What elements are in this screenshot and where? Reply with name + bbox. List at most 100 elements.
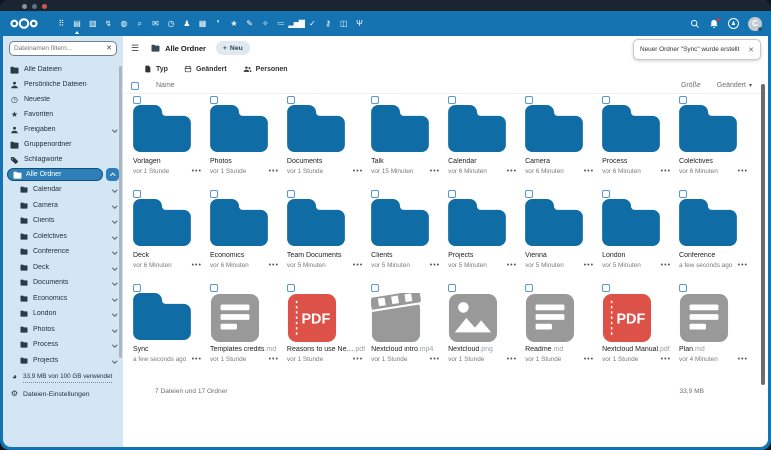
tile-actions-icon[interactable]: ••• <box>584 356 594 363</box>
tile-actions-icon[interactable]: ••• <box>430 262 440 269</box>
tree-item-london[interactable]: London <box>3 306 123 322</box>
tile-checkbox[interactable] <box>679 190 688 198</box>
filter-chip-people[interactable]: Personen <box>243 65 288 73</box>
tile-checkbox[interactable] <box>448 190 457 198</box>
window-button-2[interactable] <box>32 4 37 9</box>
tile-checkbox[interactable] <box>525 284 534 292</box>
chevron-down-icon[interactable] <box>111 280 117 286</box>
tile-actions-icon[interactable]: ••• <box>584 262 594 269</box>
tile-checkbox[interactable] <box>371 96 380 104</box>
file-icon[interactable]: PDF <box>679 199 750 249</box>
tile-checkbox[interactable] <box>371 190 380 198</box>
app-icon-activity[interactable]: ↯ <box>100 11 116 36</box>
tile-checkbox[interactable] <box>448 96 457 104</box>
grid-tile-deck[interactable]: PDF Deck vor 6 Minuten ••• <box>131 190 208 284</box>
grid-tile-templates-credits[interactable]: PDF Templates credits.md vor 1 Stunde ••… <box>208 284 285 378</box>
tile-actions-icon[interactable]: ••• <box>507 168 517 175</box>
file-icon[interactable]: PDF <box>448 105 519 155</box>
tile-checkbox[interactable] <box>525 96 534 104</box>
grid-tile-economics[interactable]: PDF Economics vor 6 Minuten ••• <box>208 190 285 284</box>
tile-actions-icon[interactable]: ••• <box>353 262 363 269</box>
app-icon-dashboard[interactable]: ⠿ <box>53 11 69 36</box>
file-icon[interactable]: PDF <box>679 293 750 343</box>
tile-checkbox[interactable] <box>679 96 688 104</box>
app-icon-photos[interactable]: ▧ <box>84 11 100 36</box>
tile-checkbox[interactable] <box>602 190 611 198</box>
tile-actions-icon[interactable]: ••• <box>584 168 594 175</box>
filename-filter-field[interactable]: ✕ <box>9 41 117 56</box>
tree-item-deck[interactable]: Deck <box>3 260 123 276</box>
app-icon-collectives[interactable]: ❜ <box>210 11 226 36</box>
tile-checkbox[interactable] <box>286 190 295 198</box>
select-all-checkbox[interactable] <box>131 81 139 90</box>
tile-checkbox[interactable] <box>133 96 141 104</box>
tile-checkbox[interactable] <box>133 284 141 292</box>
tile-actions-icon[interactable]: ••• <box>430 168 440 175</box>
tile-checkbox[interactable] <box>448 284 457 292</box>
file-icon[interactable]: PDF <box>525 199 596 249</box>
tree-item-camera[interactable]: Camera <box>3 198 123 214</box>
filename-filter-input[interactable] <box>14 45 107 52</box>
app-icon-tasks[interactable]: ≔ <box>273 11 289 36</box>
tile-actions-icon[interactable]: ••• <box>192 262 202 269</box>
grid-tile-readme[interactable]: PDF Readme.md vor 1 Stunde ••• <box>523 284 600 378</box>
file-icon[interactable]: PDF <box>525 293 596 343</box>
file-icon[interactable]: PDF <box>602 293 673 343</box>
app-icon-approvals[interactable]: ✓ <box>304 11 320 36</box>
toast-close-icon[interactable]: ✕ <box>748 46 754 54</box>
file-icon[interactable]: PDF <box>448 293 519 343</box>
tile-checkbox[interactable] <box>209 190 218 198</box>
grid-tile-nextcloud[interactable]: PDF Nextcloud.png vor 1 Stunde ••• <box>446 284 523 378</box>
tile-actions-icon[interactable]: ••• <box>661 262 671 269</box>
tile-actions-icon[interactable]: ••• <box>192 168 202 175</box>
file-icon[interactable]: PDF <box>133 199 204 249</box>
tile-actions-icon[interactable]: ••• <box>192 356 202 363</box>
tile-actions-icon[interactable]: ••• <box>507 356 517 363</box>
tile-actions-icon[interactable]: ••• <box>353 356 363 363</box>
app-icon-passwords[interactable]: ⚷ <box>320 11 336 36</box>
app-icon-search-app[interactable]: ⌕ <box>131 11 147 36</box>
app-icon-files[interactable]: ▤ <box>69 11 85 36</box>
tile-checkbox[interactable] <box>209 284 218 292</box>
chevron-down-icon[interactable] <box>111 311 117 317</box>
tile-actions-icon[interactable]: ••• <box>661 168 671 175</box>
column-header-modified[interactable]: Geändert ▾ <box>717 82 752 89</box>
file-icon[interactable]: PDF <box>371 105 442 155</box>
tile-checkbox[interactable] <box>209 96 218 104</box>
tree-item-process[interactable]: Process <box>3 337 123 353</box>
breadcrumb[interactable]: Alle Ordner <box>151 44 206 53</box>
chevron-down-icon[interactable] <box>111 127 117 132</box>
chevron-down-icon[interactable] <box>111 202 117 208</box>
grid-tile-clients[interactable]: PDF Clients vor 5 Minuten ••• <box>369 190 446 284</box>
tile-checkbox[interactable] <box>525 190 534 198</box>
file-icon[interactable]: PDF <box>133 105 204 155</box>
chevron-down-icon[interactable] <box>111 233 117 239</box>
file-icon[interactable]: PDF <box>287 105 365 155</box>
collapse-button[interactable] <box>106 168 119 181</box>
app-icon-contacts[interactable]: ♟ <box>179 11 195 36</box>
sidebar-item-persoenliche-dateien[interactable]: Persönliche Dateien <box>3 77 123 92</box>
chevron-down-icon[interactable] <box>111 218 117 224</box>
tree-item-clients[interactable]: Clients <box>3 213 123 229</box>
tile-actions-icon[interactable]: ••• <box>507 262 517 269</box>
user-avatar[interactable]: C <box>748 16 763 32</box>
grid-tile-documents[interactable]: PDF Documents vor 1 Stunde ••• <box>285 96 369 190</box>
file-icon[interactable]: PDF <box>525 105 596 155</box>
file-icon[interactable]: PDF <box>602 105 673 155</box>
sidebar-item-alle-ordner-selected[interactable]: Alle Ordner <box>7 168 103 181</box>
files-settings-button[interactable]: ⚙ Dateien-Einstellungen <box>3 390 123 398</box>
tile-actions-icon[interactable]: ••• <box>269 168 279 175</box>
tree-item-projects[interactable]: Projects <box>3 353 123 369</box>
grid-tile-process[interactable]: PDF Process vor 6 Minuten ••• <box>600 96 677 190</box>
filter-chip-type[interactable]: Typ <box>144 65 168 73</box>
tile-checkbox[interactable] <box>371 284 380 292</box>
tile-checkbox[interactable] <box>133 190 141 198</box>
grid-tile-vorlagen[interactable]: PDF Vorlagen vor 1 Stunde ••• <box>131 96 208 190</box>
search-icon[interactable] <box>690 19 700 29</box>
grid-tile-nextcloud-intro[interactable]: PDF Nextcloud intro.mp4 vor 1 Stunde ••• <box>369 284 446 378</box>
grid-tile-camera[interactable]: PDF Camera vor 6 Minuten ••• <box>523 96 600 190</box>
grid-tile-team-documents[interactable]: PDF Team Documents vor 5 Minuten ••• <box>285 190 369 284</box>
file-icon[interactable]: PDF <box>371 293 442 343</box>
file-icon[interactable]: PDF <box>210 199 281 249</box>
main-scrollbar[interactable] <box>761 84 765 385</box>
